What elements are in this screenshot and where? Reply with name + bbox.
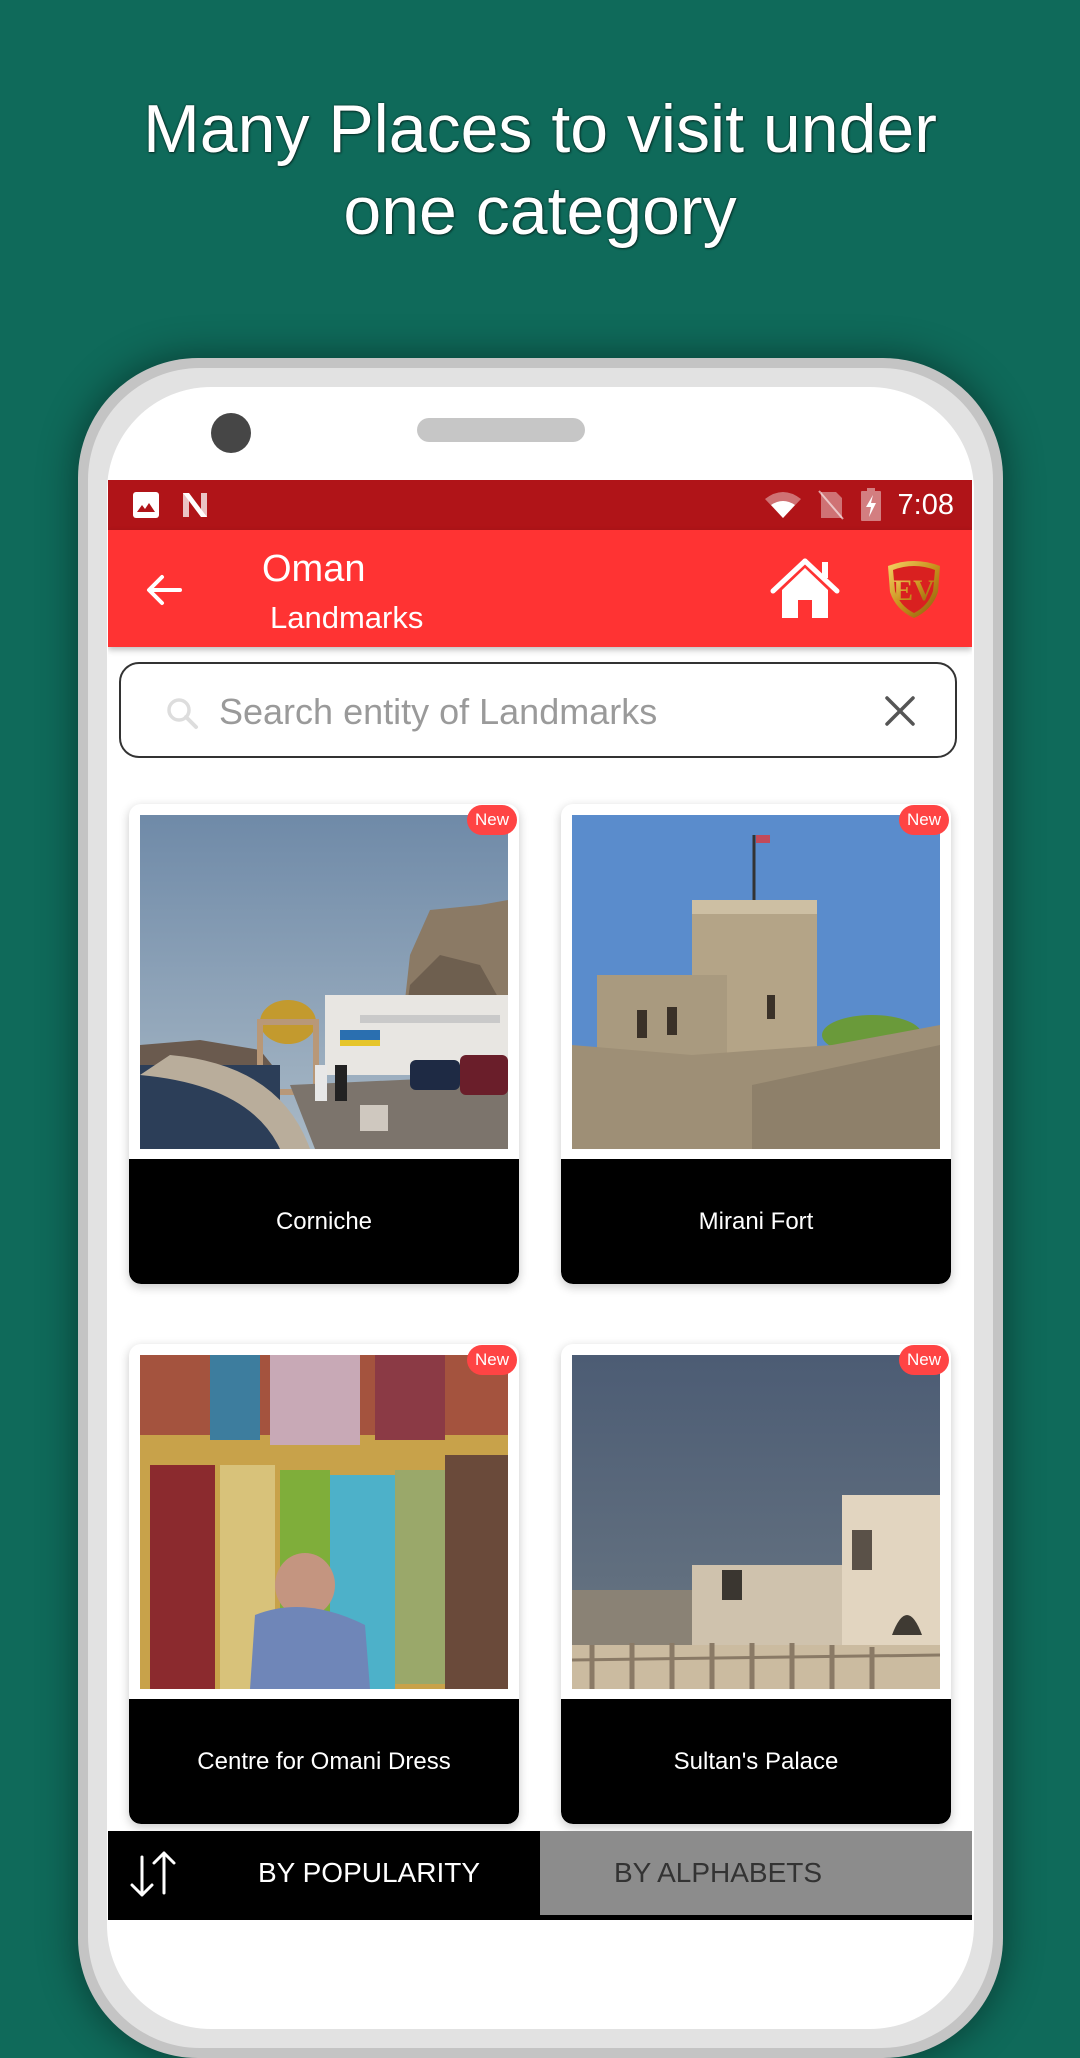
landmark-image	[140, 1355, 508, 1689]
landmark-card[interactable]: New Sultan's Palace	[561, 1344, 951, 1824]
status-bar: 7:08	[108, 480, 972, 530]
app-logo[interactable]: EV	[884, 558, 944, 620]
home-icon[interactable]	[770, 558, 840, 620]
phone-speaker	[417, 418, 585, 442]
new-badge: New	[899, 1345, 949, 1375]
tab-label: BY ALPHABETS	[614, 1857, 823, 1888]
sort-bar: BY POPULARITY BY ALPHABETS	[108, 1831, 972, 1920]
app-bar: Oman Landmarks EV	[108, 530, 972, 647]
promo-headline-line1: Many Places to visit under	[143, 91, 937, 167]
no-sim-icon	[817, 490, 844, 520]
n-notification-icon	[183, 493, 207, 517]
new-badge: New	[899, 805, 949, 835]
new-badge: New	[467, 1345, 517, 1375]
search-box	[119, 662, 957, 758]
image-icon	[133, 492, 159, 518]
new-badge: New	[467, 805, 517, 835]
landmark-name: Corniche	[129, 1159, 519, 1284]
landmark-card[interactable]: New Corniche	[129, 804, 519, 1284]
app-screen: 7:08 Oman Landmarks EV Search entity of …	[108, 480, 972, 1920]
page-title: Oman	[262, 548, 366, 590]
tab-label: BY POPULARITY	[258, 1857, 481, 1888]
promo-headline: Many Places to visit under one category	[0, 88, 1080, 252]
promo-headline-line2: one category	[343, 173, 737, 249]
landmark-image	[572, 815, 940, 1149]
tab-by-popularity[interactable]: BY POPULARITY	[108, 1831, 540, 1915]
phone-camera	[211, 413, 251, 453]
tab-by-alphabets[interactable]: BY ALPHABETS	[540, 1831, 972, 1915]
status-time: 7:08	[897, 488, 954, 521]
sort-arrows-icon	[130, 1851, 176, 1897]
landmark-image	[140, 815, 508, 1149]
search-icon	[167, 698, 198, 729]
landmark-card[interactable]: New Centre for Omani Dress	[129, 1344, 519, 1824]
wifi-icon	[764, 492, 801, 518]
landmark-name: Sultan's Palace	[561, 1699, 951, 1824]
landmark-card[interactable]: New Mirani Fort	[561, 804, 951, 1284]
landmark-name: Centre for Omani Dress	[129, 1699, 519, 1824]
page-subtitle: Landmarks	[270, 600, 424, 635]
arrow-left-icon[interactable]	[142, 568, 186, 612]
close-icon[interactable]	[883, 694, 917, 728]
landmark-image	[572, 1355, 940, 1689]
search-input[interactable]	[217, 678, 821, 746]
battery-charging-icon	[860, 488, 881, 521]
landmark-name: Mirani Fort	[561, 1159, 951, 1284]
logo-text: EV	[893, 574, 935, 607]
